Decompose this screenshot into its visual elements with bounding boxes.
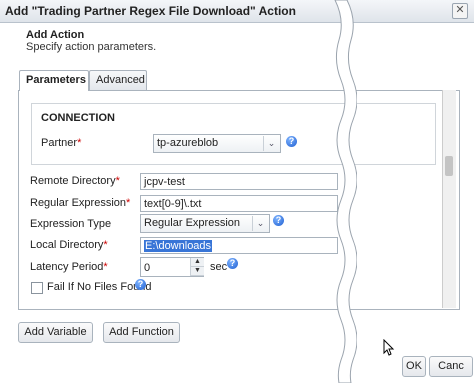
cancel-button[interactable]: Canc [429,356,473,377]
expression-type-label: Expression Type [30,218,112,230]
parameters-panel: CONNECTION Partner* tp-azureblob ⌄ ? Rem… [18,90,460,310]
remote-directory-label: Remote Directory* [30,175,120,187]
stepper-buttons[interactable]: ▲ ▼ [190,258,204,276]
latency-unit: sec [210,261,228,273]
latency-period-label: Latency Period* [30,261,108,273]
partner-label: Partner* [41,137,82,149]
help-icon[interactable]: ? [286,136,297,147]
window-title: Add "Trading Partner Regex File Download… [5,4,296,18]
torn-edge-divider [334,0,357,383]
regular-expression-input[interactable]: text[0-9]\.txt [140,195,338,212]
latency-stepper[interactable]: 0 ▲ ▼ [140,257,204,277]
add-variable-button[interactable]: Add Variable [18,322,93,343]
page-title: Add Action [26,29,85,41]
stepper-up-icon[interactable]: ▲ [191,258,204,267]
connection-section: CONNECTION Partner* tp-azureblob ⌄ ? [31,103,436,165]
regular-expression-label: Regular Expression* [30,197,131,209]
connection-title: CONNECTION [41,112,115,124]
chevron-down-icon: ⌄ [263,136,279,151]
local-directory-input[interactable]: E:\downloads [140,237,338,254]
stepper-down-icon[interactable]: ▼ [191,267,204,276]
chevron-down-icon: ⌄ [252,216,268,231]
help-icon[interactable]: ? [135,279,146,290]
remote-directory-input[interactable]: jcpv-test [140,173,338,190]
help-icon[interactable]: ? [273,215,284,226]
page-subtitle: Specify action parameters. [26,41,157,53]
tab-parameters[interactable]: Parameters [19,70,89,91]
close-icon[interactable]: ✕ [452,3,468,19]
add-function-button[interactable]: Add Function [103,322,180,343]
expression-type-select[interactable]: Regular Expression ⌄ [140,214,270,233]
tab-advanced[interactable]: Advanced [89,70,147,90]
fail-if-no-files-checkbox[interactable] [31,282,43,294]
window-titlebar: Add "Trading Partner Regex File Download… [0,0,474,23]
ok-button[interactable]: OK [402,356,426,377]
vertical-scrollbar[interactable] [442,90,456,308]
partner-select[interactable]: tp-azureblob ⌄ [153,134,281,153]
help-icon[interactable]: ? [227,258,238,269]
local-directory-label: Local Directory* [30,239,108,251]
scrollbar-thumb[interactable] [445,156,453,176]
mouse-cursor-icon [383,339,395,356]
